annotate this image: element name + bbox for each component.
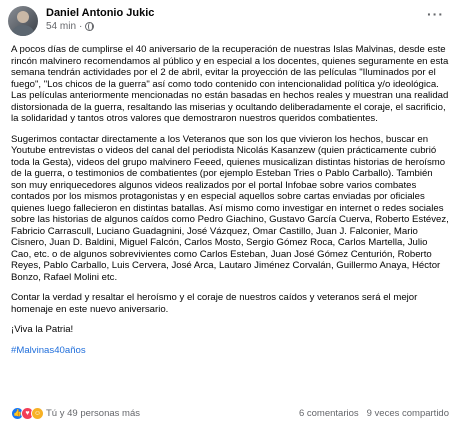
post-time[interactable]: 54 min <box>46 20 76 33</box>
post-meta: 54 min · <box>46 20 154 33</box>
post-paragraph: Sugerimos contactar directamente a los V… <box>11 133 449 283</box>
post-stats: 6 comentarios 9 veces compartido <box>299 408 449 419</box>
post-card: Daniel Antonio Jukic 54 min · ··· A poco… <box>0 0 458 425</box>
reactions-summary[interactable]: Tú y 49 personas más <box>46 408 140 419</box>
more-options-icon[interactable]: ··· <box>427 6 444 22</box>
globe-icon <box>85 22 95 31</box>
comments-count[interactable]: 6 comentarios <box>299 408 359 419</box>
post-paragraph: ¡Viva la Patria! <box>11 324 74 335</box>
meta-separator: · <box>79 21 83 32</box>
reaction-icons[interactable]: 👍 ♥ ☺ <box>11 406 44 420</box>
hashtag-link[interactable]: #Malvinas40años <box>11 345 449 357</box>
author-name[interactable]: Daniel Antonio Jukic <box>46 6 154 20</box>
post-header-info: Daniel Antonio Jukic 54 min · <box>46 6 154 33</box>
post-paragraph: Contar la verdad y resaltar el heroísmo … <box>11 292 418 315</box>
post-body: A pocos días de cumplirse el 40 aniversa… <box>11 44 449 365</box>
post-header: Daniel Antonio Jukic 54 min · <box>8 6 154 40</box>
avatar[interactable] <box>8 6 38 36</box>
reactions-bar: 👍 ♥ ☺ Tú y 49 personas más 6 comentarios… <box>11 406 449 420</box>
post-paragraph: A pocos días de cumplirse el 40 aniversa… <box>11 44 449 124</box>
care-icon: ☺ <box>31 406 44 420</box>
shares-count[interactable]: 9 veces compartido <box>367 408 449 419</box>
